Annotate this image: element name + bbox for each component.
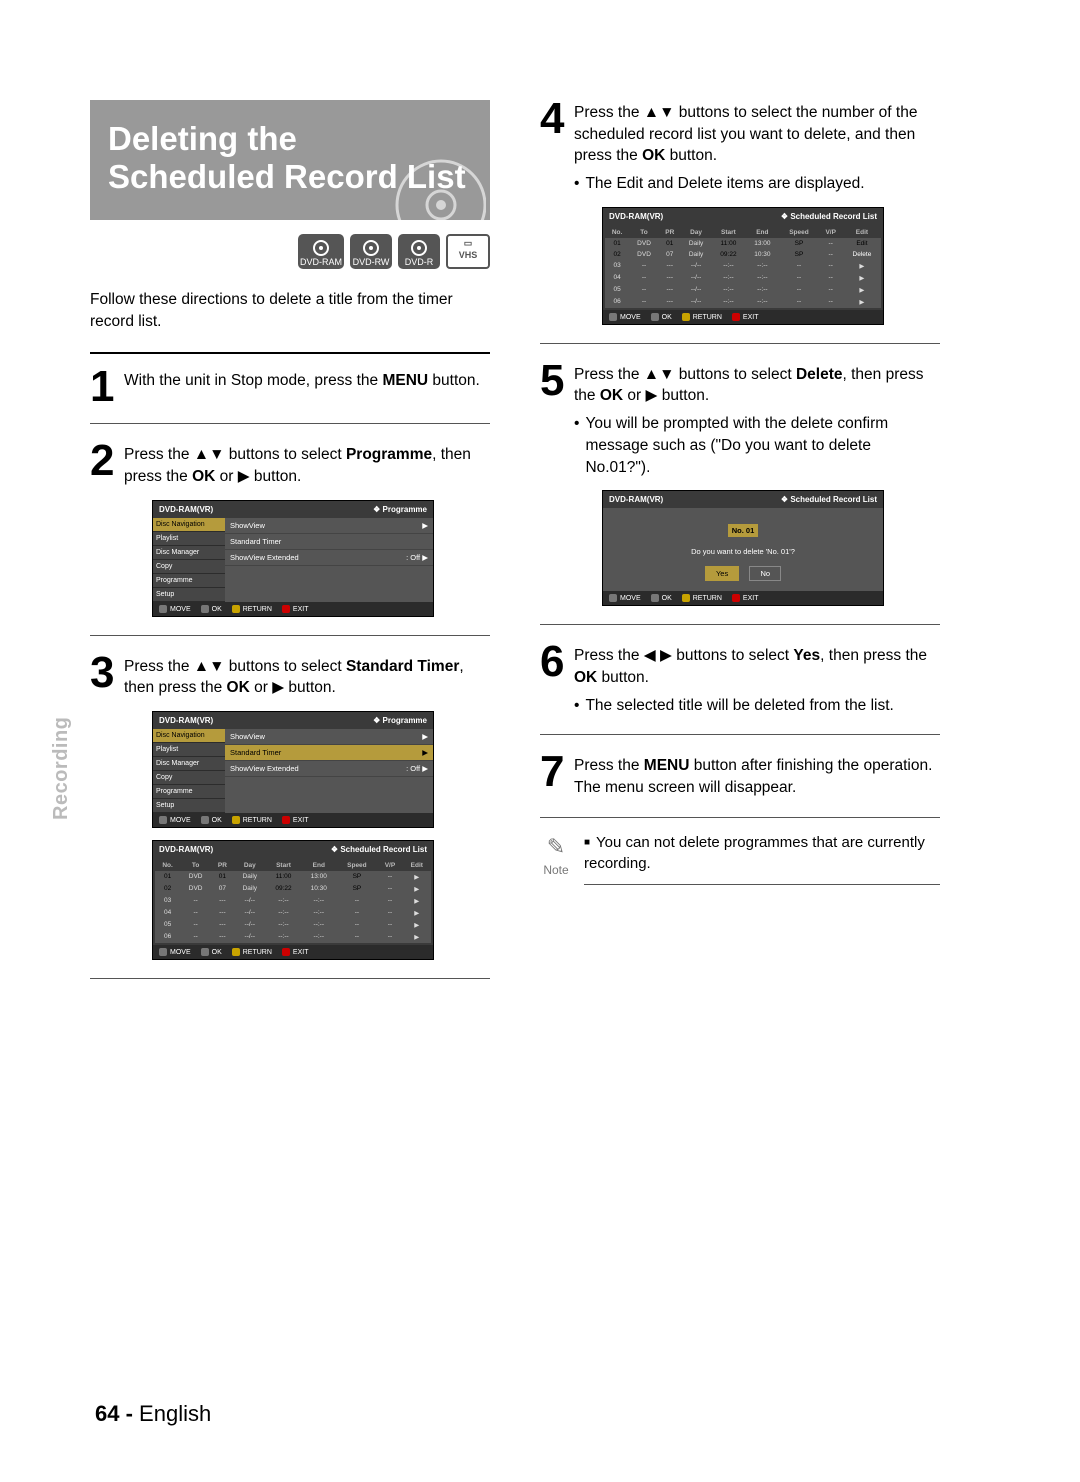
divider [90, 978, 490, 979]
note-block: ✎Note ■You can not delete programmes tha… [540, 832, 940, 885]
step-3: 3 Press the ▲▼ buttons to select Standar… [90, 654, 490, 699]
step-text: Press the ▲▼ buttons to select the numbe… [574, 100, 940, 167]
step-text: Press the ◀ ▶ buttons to select Yes, the… [574, 643, 940, 688]
osd-scheduled-list-edit-delete: DVD-RAM(VR)Scheduled Record List No.ToPR… [602, 207, 884, 325]
divider [540, 734, 940, 735]
step-number: 7 [540, 753, 574, 798]
badge-vhs: ▭VHS [446, 234, 490, 269]
divider [540, 343, 940, 344]
step-number: 2 [90, 442, 124, 487]
step-text: Press the ▲▼ buttons to select Delete, t… [574, 362, 940, 407]
note-text: ■You can not delete programmes that are … [584, 832, 940, 885]
section-sidebar-label: Recording [50, 717, 73, 820]
osd-delete-confirm: DVD-RAM(VR)Scheduled Record List No. 01 … [602, 490, 884, 606]
step-4: 4 Press the ▲▼ buttons to select the num… [540, 100, 940, 167]
step-7: 7 Press the MENU button after finishing … [540, 753, 940, 798]
step-text: With the unit in Stop mode, press the ME… [124, 368, 480, 405]
confirm-yes: Yes [705, 566, 739, 581]
badge-dvd-ram: DVD-RAM [298, 234, 344, 269]
step-1: 1 With the unit in Stop mode, press the … [90, 368, 490, 405]
title-banner: Deleting the Scheduled Record List [90, 100, 490, 220]
osd-programme-menu-highlight: DVD-RAM(VR)Programme Disc Navigation Pla… [152, 711, 434, 828]
step-text: Press the ▲▼ buttons to select Standard … [124, 654, 490, 699]
note-icon: ✎Note [540, 832, 572, 885]
confirm-no: No [749, 566, 781, 581]
step-5-bullet: •You will be prompted with the delete co… [574, 413, 940, 478]
step-number: 3 [90, 654, 124, 699]
page-footer: 64 - English [95, 1401, 211, 1427]
divider [90, 352, 490, 354]
step-5: 5 Press the ▲▼ buttons to select Delete,… [540, 362, 940, 407]
disc-decor-icon [366, 150, 486, 220]
step-6-bullet: •The selected title will be deleted from… [574, 695, 940, 717]
step-text: Press the ▲▼ buttons to select Programme… [124, 442, 490, 487]
osd-programme-menu: DVD-RAM(VR)Programme Disc Navigation Pla… [152, 500, 434, 617]
step-6: 6 Press the ◀ ▶ buttons to select Yes, t… [540, 643, 940, 688]
divider [540, 817, 940, 818]
badge-dvd-r: DVD-R [398, 234, 440, 269]
divider [540, 624, 940, 625]
step-number: 5 [540, 362, 574, 407]
intro-text: Follow these directions to delete a titl… [90, 289, 490, 334]
step-number: 1 [90, 368, 124, 405]
step-number: 6 [540, 643, 574, 688]
step-text: Press the MENU button after finishing th… [574, 753, 940, 798]
badge-dvd-rw: DVD-RW [350, 234, 392, 269]
step-4-bullet: •The Edit and Delete items are displayed… [574, 173, 940, 195]
osd-scheduled-list: DVD-RAM(VR)Scheduled Record List No.ToPR… [152, 840, 434, 960]
step-2: 2 Press the ▲▼ buttons to select Program… [90, 442, 490, 487]
divider [90, 423, 490, 424]
step-number: 4 [540, 100, 574, 167]
divider [90, 635, 490, 636]
